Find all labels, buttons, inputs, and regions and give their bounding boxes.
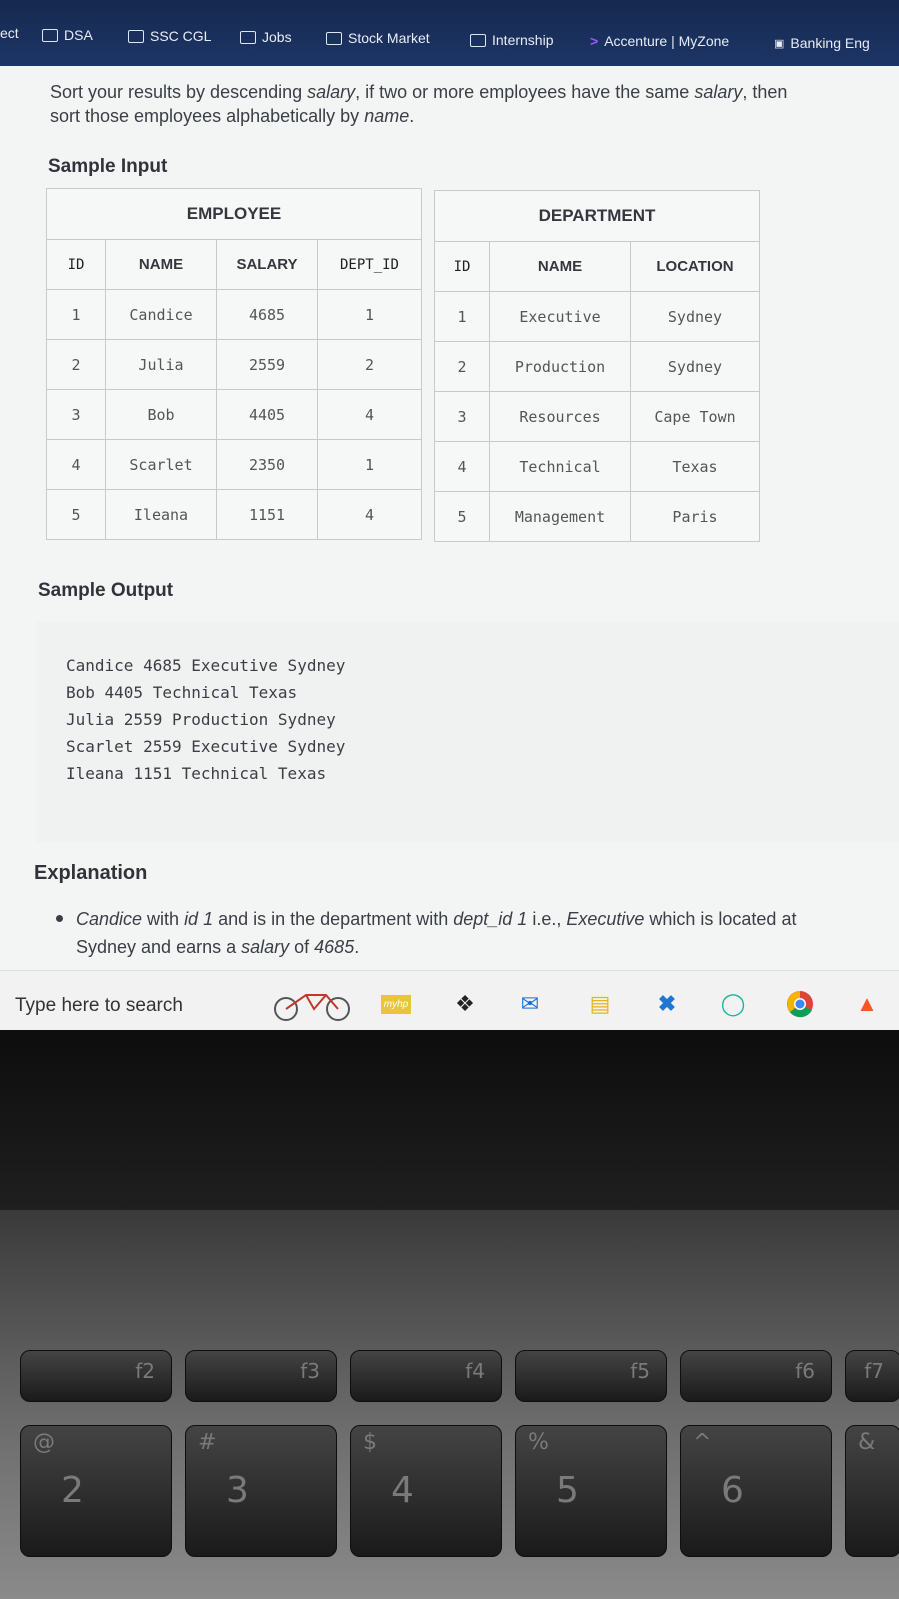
edge-icon[interactable]: ◯	[718, 989, 748, 1019]
folder-icon	[240, 30, 256, 44]
explanation-heading: Explanation	[34, 862, 148, 884]
department-caption: DEPARTMENT	[434, 190, 760, 242]
col-header: NAME	[105, 239, 217, 290]
col-header: NAME	[489, 241, 631, 292]
output-line: Scarlet 2559 Executive Sydney	[66, 737, 346, 756]
bookmarks-bar: ect DSA SSC CGL Jobs Stock Market Intern…	[0, 0, 899, 66]
col-header: ID	[46, 239, 106, 290]
key-3: #3	[185, 1425, 337, 1557]
sample-output-lines: Candice 4685 Executive Sydney Bob 4405 T…	[66, 652, 345, 787]
department-table: DEPARTMENT ID NAME LOCATION 1 Executive Sy…	[434, 190, 760, 542]
table-row: 5 Management Paris	[434, 491, 760, 542]
key-f7: f7	[845, 1350, 899, 1402]
mail-icon[interactable]: ✉	[515, 989, 545, 1019]
bookmark-accenture[interactable]: > Accenture | MyZone	[590, 33, 729, 49]
key-f3: f3	[185, 1350, 337, 1402]
sample-input-heading: Sample Input	[48, 156, 168, 177]
sample-output-heading: Sample Output	[38, 580, 174, 601]
key-7: &	[845, 1425, 899, 1557]
folder-icon	[326, 31, 342, 45]
bookmark-edge-label: ect	[0, 25, 19, 41]
output-line: Julia 2559 Production Sydney	[66, 710, 336, 729]
bookmark-stock-market[interactable]: Stock Market	[326, 30, 430, 46]
col-header: DEPT_ID	[317, 239, 422, 290]
employee-caption: EMPLOYEE	[46, 188, 422, 240]
key-f5: f5	[515, 1350, 667, 1402]
file-explorer-icon[interactable]: ▤	[585, 989, 615, 1019]
bookmark-jobs[interactable]: Jobs	[240, 29, 292, 45]
taskbar: Type here to search myhp ❖ ✉ ▤ ✖ ◯ ▲	[0, 970, 899, 1030]
folder-icon	[128, 29, 144, 43]
output-line: Ileana 1151 Technical Texas	[66, 764, 327, 783]
key-f2: f2	[20, 1350, 172, 1402]
bookmark-label: Jobs	[262, 29, 292, 45]
output-line: Candice 4685 Executive Sydney	[66, 656, 346, 675]
table-row: 3 Bob 4405 4	[46, 389, 422, 440]
key-6: ^ 6	[680, 1425, 832, 1557]
bookmark-ssc-cgl[interactable]: SSC CGL	[128, 28, 211, 44]
vscode-icon[interactable]: ✖	[652, 989, 682, 1019]
accenture-icon: >	[590, 33, 599, 49]
col-header: SALARY	[216, 239, 318, 290]
taskbar-search[interactable]: Type here to search	[15, 995, 183, 1017]
table-row: 5 Ileana 1151 4	[46, 489, 422, 540]
key-5: % 5	[515, 1425, 667, 1557]
bookmark-dsa[interactable]: DSA	[42, 27, 93, 43]
folder-icon	[470, 33, 486, 47]
col-header: LOCATION	[630, 241, 760, 292]
col-header: ID	[434, 241, 490, 292]
table-row: 2 Production Sydney	[434, 341, 760, 392]
key-f4: f4	[350, 1350, 502, 1402]
bookmark-edge[interactable]: ect	[0, 25, 19, 41]
explanation-item: Candice with id 1 and is in the departme…	[56, 905, 899, 961]
key-2: @2	[20, 1425, 172, 1557]
key-f6: f6	[680, 1350, 832, 1402]
bookmark-label: Stock Market	[348, 30, 430, 46]
bookmark-label: Banking Eng	[790, 35, 870, 51]
book-icon: ▣	[774, 37, 785, 50]
dropbox-icon[interactable]: ❖	[450, 989, 480, 1019]
keyboard: f2 f3 f4 f5 f6 f7 @2 #3 $4 % 5 ^ 6 &	[0, 1210, 899, 1599]
bullet-icon	[56, 915, 63, 922]
bicycle-icon[interactable]	[270, 989, 356, 1021]
folder-icon	[42, 28, 58, 42]
bookmark-label: Internship	[492, 32, 554, 48]
laptop-bezel	[0, 1030, 899, 1210]
bookmark-label: SSC CGL	[150, 28, 212, 44]
instructions-text: Sort your results by descending salary, …	[50, 82, 788, 126]
bookmark-label: DSA	[64, 27, 93, 43]
employee-table: EMPLOYEE ID NAME SALARY DEPT_ID 1 Candice…	[46, 188, 422, 540]
screen: ect DSA SSC CGL Jobs Stock Market Intern…	[0, 0, 899, 1030]
myhp-icon[interactable]: myhp	[378, 989, 414, 1019]
brave-icon[interactable]: ▲	[852, 989, 882, 1019]
table-row: 1 Candice 4685 1	[46, 289, 422, 340]
table-row: 4 Scarlet 2350 1	[46, 439, 422, 490]
bookmark-banking[interactable]: ▣ Banking Eng	[774, 35, 870, 51]
bookmark-label: Accenture | MyZone	[604, 33, 730, 49]
bookmark-internship[interactable]: Internship	[470, 32, 553, 48]
table-row: 2 Julia 2559 2	[46, 339, 422, 390]
output-line: Bob 4405 Technical Texas	[66, 683, 298, 702]
table-row: 4 Technical Texas	[434, 441, 760, 492]
table-row: 1 Executive Sydney	[434, 291, 760, 342]
chrome-icon[interactable]	[785, 989, 815, 1019]
sample-output-box: Candice 4685 Executive Sydney Bob 4405 T…	[36, 622, 899, 842]
key-4: $4	[350, 1425, 502, 1557]
table-row: 3 Resources Cape Town	[434, 391, 760, 442]
